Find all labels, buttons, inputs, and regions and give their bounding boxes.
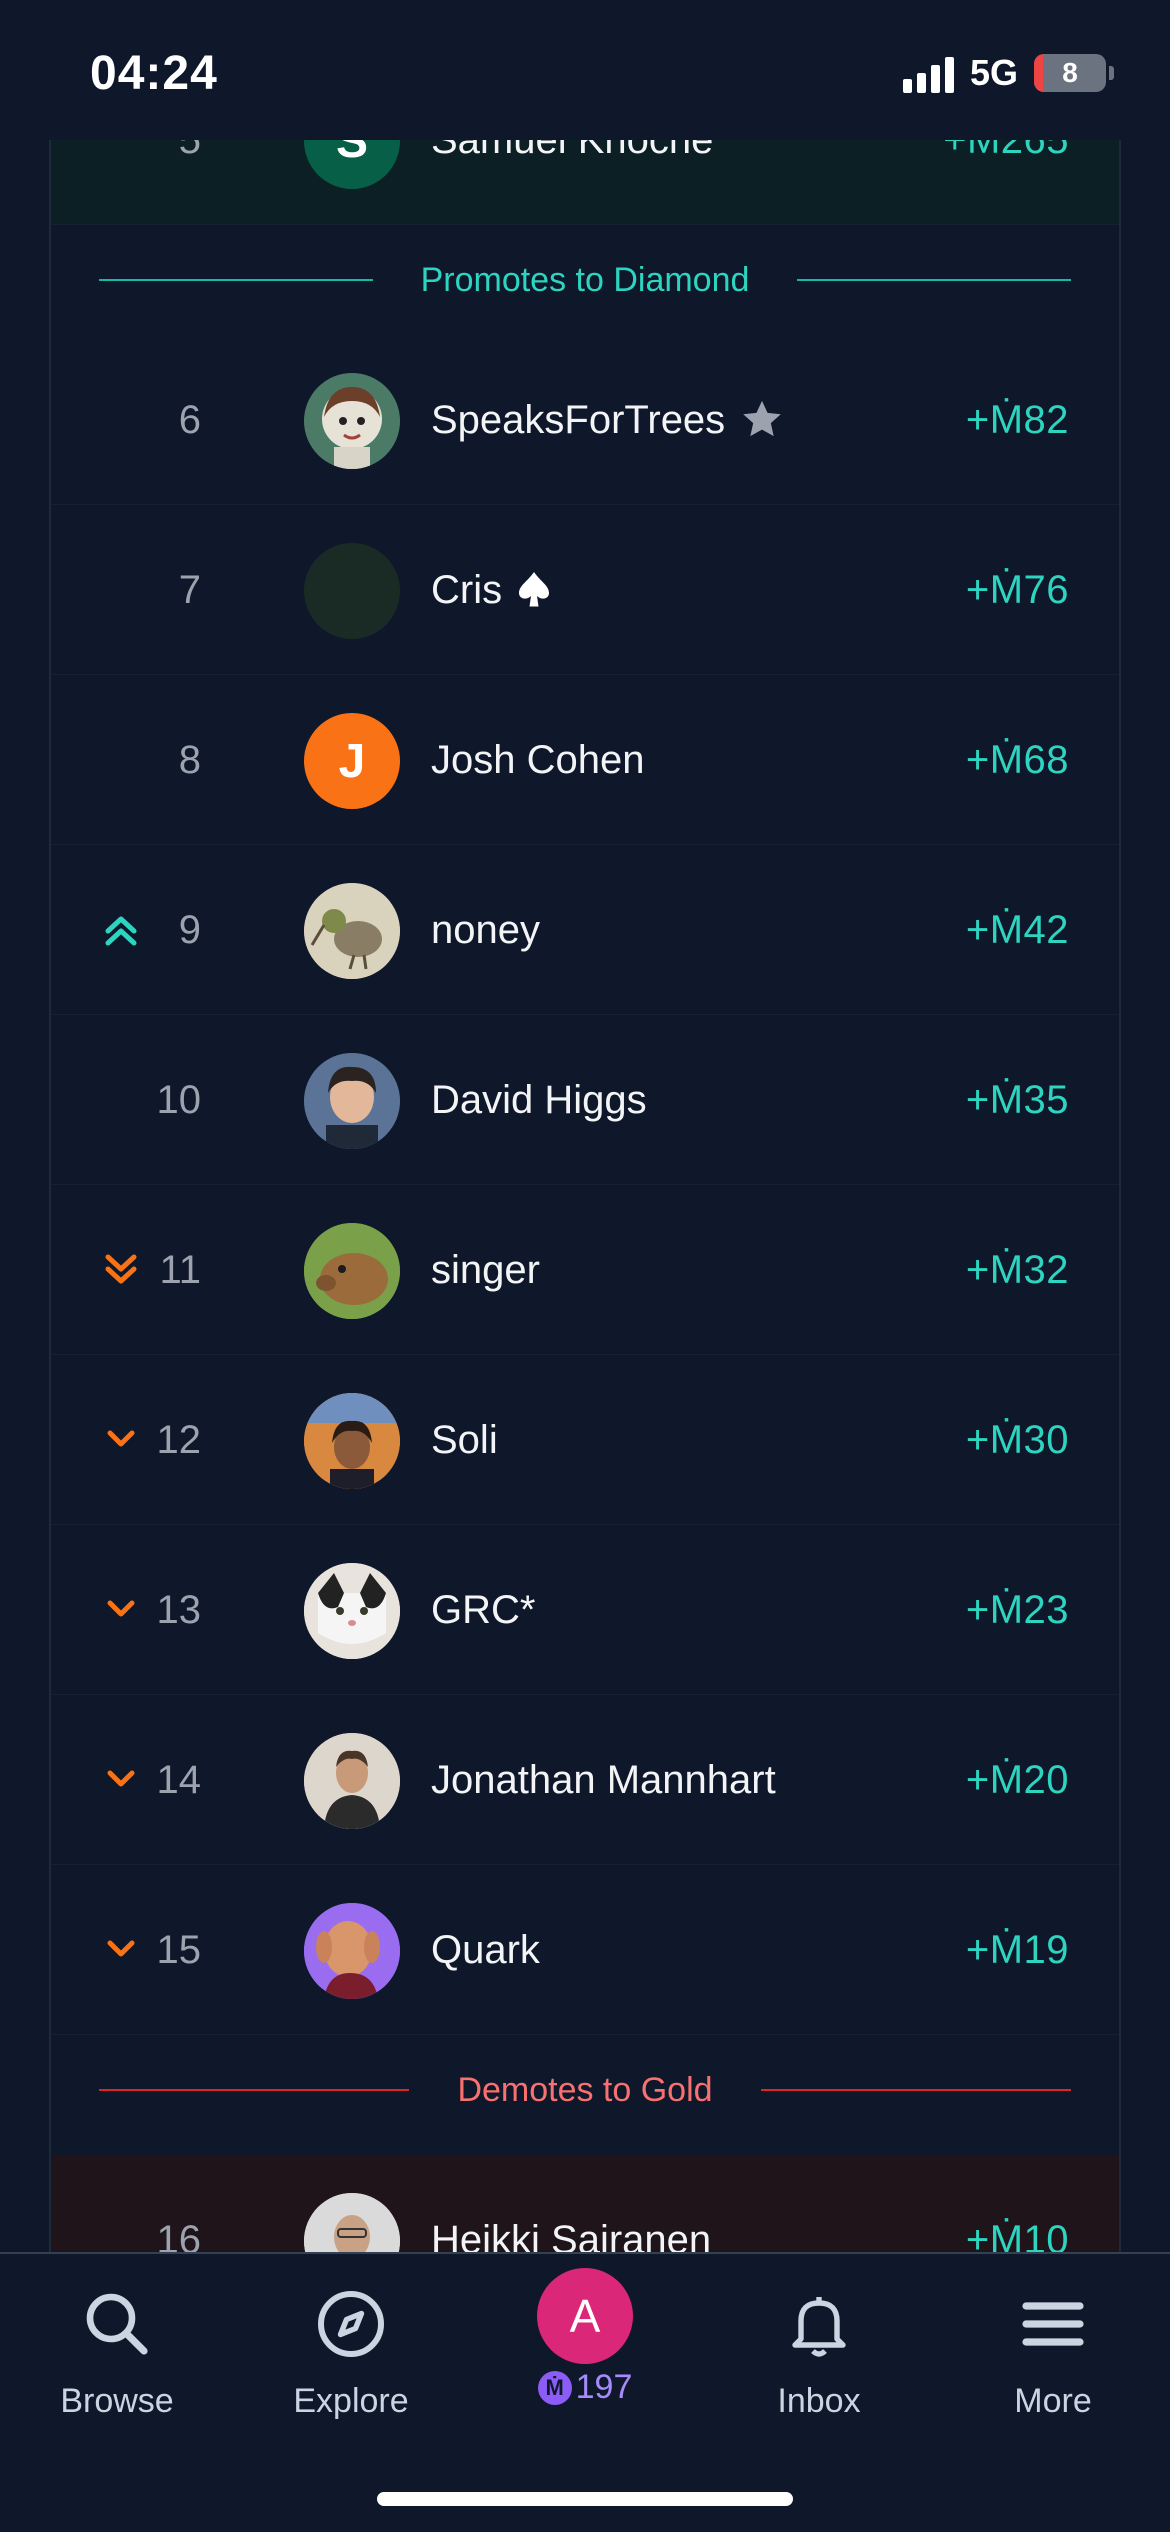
user-name[interactable]: Cris xyxy=(431,505,552,675)
double-chevron-down-icon xyxy=(105,1254,137,1284)
battery-level: 8 xyxy=(1062,57,1078,88)
user-name[interactable]: Quark xyxy=(431,1865,540,2035)
avatar xyxy=(304,1733,400,1829)
bell-icon xyxy=(783,2284,855,2364)
profit-amount: +Ṁ35 xyxy=(965,1077,1069,1122)
rank-number: 11 xyxy=(159,1247,201,1292)
promotion-divider: Promotes to Diamond xyxy=(51,225,1119,335)
profit-amount: +Ṁ19 xyxy=(965,1927,1069,1972)
profit-amount: +Ṁ265 xyxy=(943,140,1069,225)
chevron-down-icon xyxy=(107,1770,135,1787)
avatar xyxy=(304,543,400,639)
profit-amount: +Ṁ10 xyxy=(965,2217,1069,2253)
bottom-nav: Browse Explore A Ṁ 197 Inbox More xyxy=(0,2252,1170,2532)
avatar: A xyxy=(537,2268,633,2364)
leaderboard-row[interactable]: 12 Soli +Ṁ30 xyxy=(51,1355,1119,1525)
user-name[interactable]: singer xyxy=(431,1185,540,1355)
rank-number: 14 xyxy=(156,1757,202,1802)
avatar xyxy=(304,1903,400,1999)
star-icon xyxy=(739,397,785,443)
profit-amount: +Ṁ32 xyxy=(965,1247,1069,1292)
spade-icon xyxy=(516,570,552,610)
nav-inbox[interactable]: Inbox xyxy=(702,2254,936,2454)
user-name[interactable]: Josh Cohen xyxy=(431,675,644,845)
nav-inbox-label: Inbox xyxy=(777,2382,861,2420)
profit-amount: +Ṁ20 xyxy=(965,1757,1069,1802)
chevron-down-icon xyxy=(107,1940,135,1957)
nav-browse-label: Browse xyxy=(60,2382,174,2420)
rank-number: 8 xyxy=(178,737,201,782)
user-name[interactable]: Heikki Sairanen xyxy=(431,2155,711,2253)
avatar xyxy=(304,1393,400,1489)
leaderboard-row[interactable]: 14 Jonathan Mannhart +Ṁ20 xyxy=(51,1695,1119,1865)
leaderboard-row[interactable]: 15 Quark +Ṁ19 xyxy=(51,1865,1119,2035)
profit-amount: +Ṁ68 xyxy=(965,737,1069,782)
leaderboard-row[interactable]: 7 Cris +Ṁ76 xyxy=(51,505,1119,675)
profit-amount: +Ṁ23 xyxy=(965,1587,1069,1632)
avatar: S xyxy=(304,140,400,189)
status-time: 04:24 xyxy=(90,47,218,100)
chevron-down-icon xyxy=(107,1430,135,1447)
nav-explore-label: Explore xyxy=(293,2382,409,2420)
rank-number: 10 xyxy=(156,1077,202,1122)
balance-amount: 197 xyxy=(575,2368,633,2406)
avatar xyxy=(304,883,400,979)
chevron-down-icon xyxy=(107,1600,135,1617)
network-label: 5G xyxy=(969,52,1018,93)
menu-icon xyxy=(1017,2284,1089,2364)
user-name[interactable]: GRC* xyxy=(431,1525,535,1695)
leaderboard-row[interactable]: 10 David Higgs +Ṁ35 xyxy=(51,1015,1119,1185)
rank-number: 12 xyxy=(156,1417,202,1462)
profit-amount: +Ṁ42 xyxy=(965,907,1069,952)
user-name[interactable]: SpeaksForTrees xyxy=(431,335,785,505)
rank-number: 7 xyxy=(178,567,201,612)
rank-number: 5 xyxy=(179,140,201,225)
avatar xyxy=(304,1053,400,1149)
user-name[interactable]: David Higgs xyxy=(431,1015,647,1185)
compass-icon xyxy=(315,2284,387,2364)
rank-number: 15 xyxy=(156,1927,202,1972)
leaderboard-row[interactable]: 6 SpeaksForTrees +Ṁ82 xyxy=(51,335,1119,505)
user-name[interactable]: Samuel Knoche xyxy=(431,140,713,225)
user-name[interactable]: Jonathan Mannhart xyxy=(431,1695,776,1865)
leaderboard-row[interactable]: 11 singer +Ṁ32 xyxy=(51,1185,1119,1355)
nav-browse[interactable]: Browse xyxy=(0,2254,234,2454)
nav-profile[interactable]: A Ṁ 197 xyxy=(468,2254,702,2454)
leaderboard-row[interactable]: 13 GRC* +Ṁ23 xyxy=(51,1525,1119,1695)
mana-coin-icon: Ṁ xyxy=(537,2370,572,2405)
search-icon xyxy=(81,2284,153,2364)
nav-explore[interactable]: Explore xyxy=(234,2254,468,2454)
leaderboard-row[interactable]: 16 Heikki Sairanen +Ṁ10 xyxy=(51,2155,1119,2252)
avatar: J xyxy=(304,713,400,809)
avatar xyxy=(304,373,400,469)
promotion-label: Promotes to Diamond xyxy=(420,260,750,299)
profit-amount: +Ṁ76 xyxy=(965,567,1069,612)
user-name[interactable]: noney xyxy=(431,845,540,1015)
signal-icon xyxy=(898,53,954,93)
rank-number: 16 xyxy=(156,2217,202,2253)
rank-number: 6 xyxy=(178,397,201,442)
leaderboard: 5 S Samuel Knoche +Ṁ265 Promotes to Diam… xyxy=(49,140,1121,2252)
double-chevron-up-icon xyxy=(105,916,137,946)
leaderboard-row[interactable]: 8 J Josh Cohen +Ṁ68 xyxy=(51,675,1119,845)
rank-number: 9 xyxy=(178,907,201,952)
nav-more-label: More xyxy=(1014,2382,1092,2420)
leaderboard-row[interactable]: 5 S Samuel Knoche +Ṁ265 xyxy=(51,140,1119,225)
profit-amount: +Ṁ82 xyxy=(965,397,1069,442)
leaderboard-row[interactable]: 9 noney +Ṁ42 xyxy=(51,845,1119,1015)
battery-icon: 8 xyxy=(1034,54,1106,92)
rank-number: 13 xyxy=(156,1587,202,1632)
avatar xyxy=(304,2193,400,2252)
avatar xyxy=(304,1563,400,1659)
status-bar: 04:24 5G 8 xyxy=(0,0,1170,140)
demotion-divider: Demotes to Gold xyxy=(51,2035,1119,2145)
demotion-label: Demotes to Gold xyxy=(457,2070,713,2109)
balance: Ṁ 197 xyxy=(537,2368,633,2407)
avatar xyxy=(304,1223,400,1319)
nav-more[interactable]: More xyxy=(936,2254,1170,2454)
status-icons: 5G 8 xyxy=(898,52,1114,94)
user-name[interactable]: Soli xyxy=(431,1355,498,1525)
home-indicator[interactable] xyxy=(377,2492,793,2506)
profit-amount: +Ṁ30 xyxy=(965,1417,1069,1462)
